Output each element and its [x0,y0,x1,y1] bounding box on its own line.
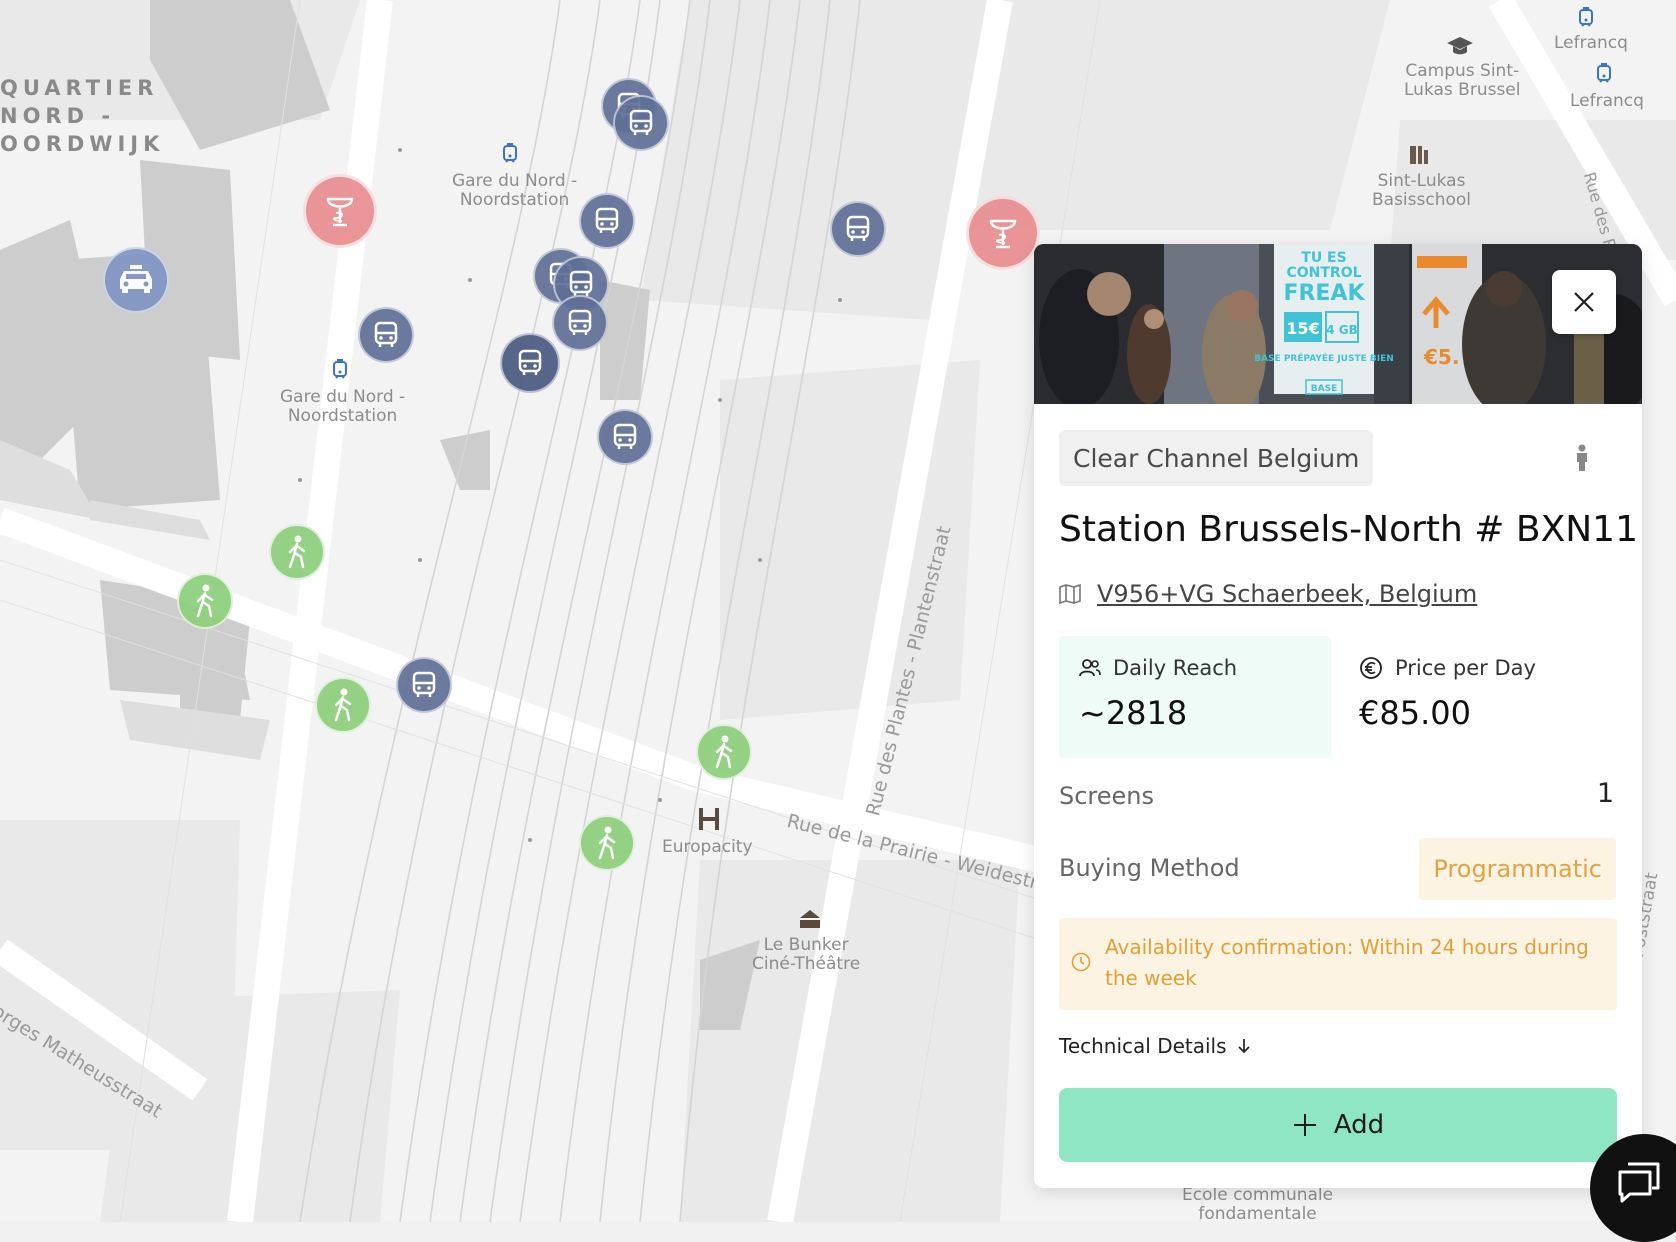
poster-line1: TU ES [1301,250,1346,266]
tram-icon[interactable] [330,358,350,382]
bus-stop-marker[interactable] [579,193,635,249]
location-detail-card: TU ES CONTROL FREAK 15€ 4 GB BASE PRÉPAY… [1034,244,1642,1188]
price-label-row: Price per Day [1359,656,1536,680]
poi-label-gare-nord-2: Gare du Nord - Noordstation [280,387,406,426]
graduation-cap-icon[interactable] [1446,34,1474,58]
tram-icon[interactable] [500,142,520,166]
bus-stop-marker[interactable] [552,295,608,351]
bus-stop-marker[interactable] [830,201,886,257]
district-label: QUARTIER NORD - OORDWIJK [0,76,165,156]
poi-label-europacity: Europacity [662,837,753,857]
poster-price: 15€ [1286,319,1319,338]
poi-label-campus: Campus Sint- Lukas Brussel [1404,61,1521,100]
poster-line3: FREAK [1283,281,1365,306]
poi-label-gare-nord-1: Gare du Nord - Noordstation [452,171,578,210]
screens-value: 1 [1596,778,1614,809]
poi-label-sint-lukas: Sint-Lukas Basisschool [1372,171,1472,210]
pedestrian-marker[interactable] [269,524,325,580]
vendor-badge: Clear Channel Belgium [1059,430,1374,486]
price-value: €85.00 [1359,694,1471,732]
poi-label-lefrancq-1: Lefrancq [1554,33,1628,53]
bus-stop-marker[interactable] [500,333,560,393]
availability-notice-text: Availability confirmation: Within 24 hou… [1105,935,1589,990]
add-button-label: Add [1333,1110,1385,1140]
tram-icon[interactable] [1576,6,1596,30]
screens-label: Screens [1059,782,1155,810]
taxi-marker[interactable] [103,247,169,313]
pedestrian-marker[interactable] [177,573,233,629]
daily-reach-label-row: Daily Reach [1079,656,1237,680]
plus-icon [1293,1114,1316,1136]
hotel-icon[interactable] [698,806,720,832]
poster-sub: BASE PRÉPAYÉE JUSTE BIEN [1254,352,1394,364]
close-button[interactable] [1552,270,1616,334]
poster-line2: CONTROL [1286,265,1361,281]
bus-stop-marker[interactable] [358,307,414,363]
daily-reach-box: Daily Reach ~2818 [1059,636,1331,758]
price-label: Price per Day [1395,656,1536,680]
school-icon[interactable] [1408,144,1430,168]
daily-reach-label: Daily Reach [1113,656,1238,680]
add-button[interactable]: Add [1059,1088,1617,1162]
availability-notice: Availability confirmation: Within 24 hou… [1059,918,1617,1010]
tram-icon[interactable] [1594,62,1614,86]
poi-label-bunker: Le Bunker Ciné-Théâtre [752,935,861,974]
theatre-icon[interactable] [798,908,822,930]
pedestrian-marker[interactable] [315,677,371,733]
buying-method-label: Buying Method [1059,854,1240,882]
arrow-down-icon [1237,1039,1250,1054]
users-icon [1079,659,1101,677]
pedestrian-marker[interactable] [579,815,635,871]
pharmacy-marker[interactable] [303,174,377,248]
bus-stop-marker[interactable] [613,95,669,151]
map-icon [1059,584,1081,604]
clock-icon [1071,952,1091,972]
address-row: V956+VG Schaerbeek, Belgium [1059,580,1477,608]
person-icon [1574,444,1590,476]
address-link[interactable]: V956+VG Schaerbeek, Belgium [1097,580,1477,608]
location-title: Station Brussels-North # BXN11 [1059,509,1638,550]
buying-method-badge: Programmatic [1419,838,1616,900]
technical-details-label: Technical Details [1059,1034,1227,1058]
euro-icon [1360,657,1382,679]
pharmacy-marker[interactable] [966,196,1040,270]
poster-gb: 4 GB [1326,323,1358,337]
location-photo: TU ES CONTROL FREAK 15€ 4 GB BASE PRÉPAY… [1034,244,1642,404]
photo-price-text: €5. [1423,345,1459,369]
bus-stop-marker[interactable] [597,409,653,465]
price-per-day-box: Price per Day €85.00 [1339,636,1611,758]
bus-stop-marker[interactable] [396,657,452,713]
daily-reach-value: ~2818 [1079,694,1188,732]
poi-label-lefrancq-2: Lefrancq [1570,91,1644,111]
pedestrian-marker[interactable] [696,724,752,780]
close-icon [1574,292,1594,312]
technical-details-toggle[interactable]: Technical Details [1059,1034,1251,1058]
poi-label-ecole: École communale fondamentale [1182,1185,1334,1224]
chat-icon [1618,1162,1660,1203]
poster-brand: BASE [1311,384,1337,394]
